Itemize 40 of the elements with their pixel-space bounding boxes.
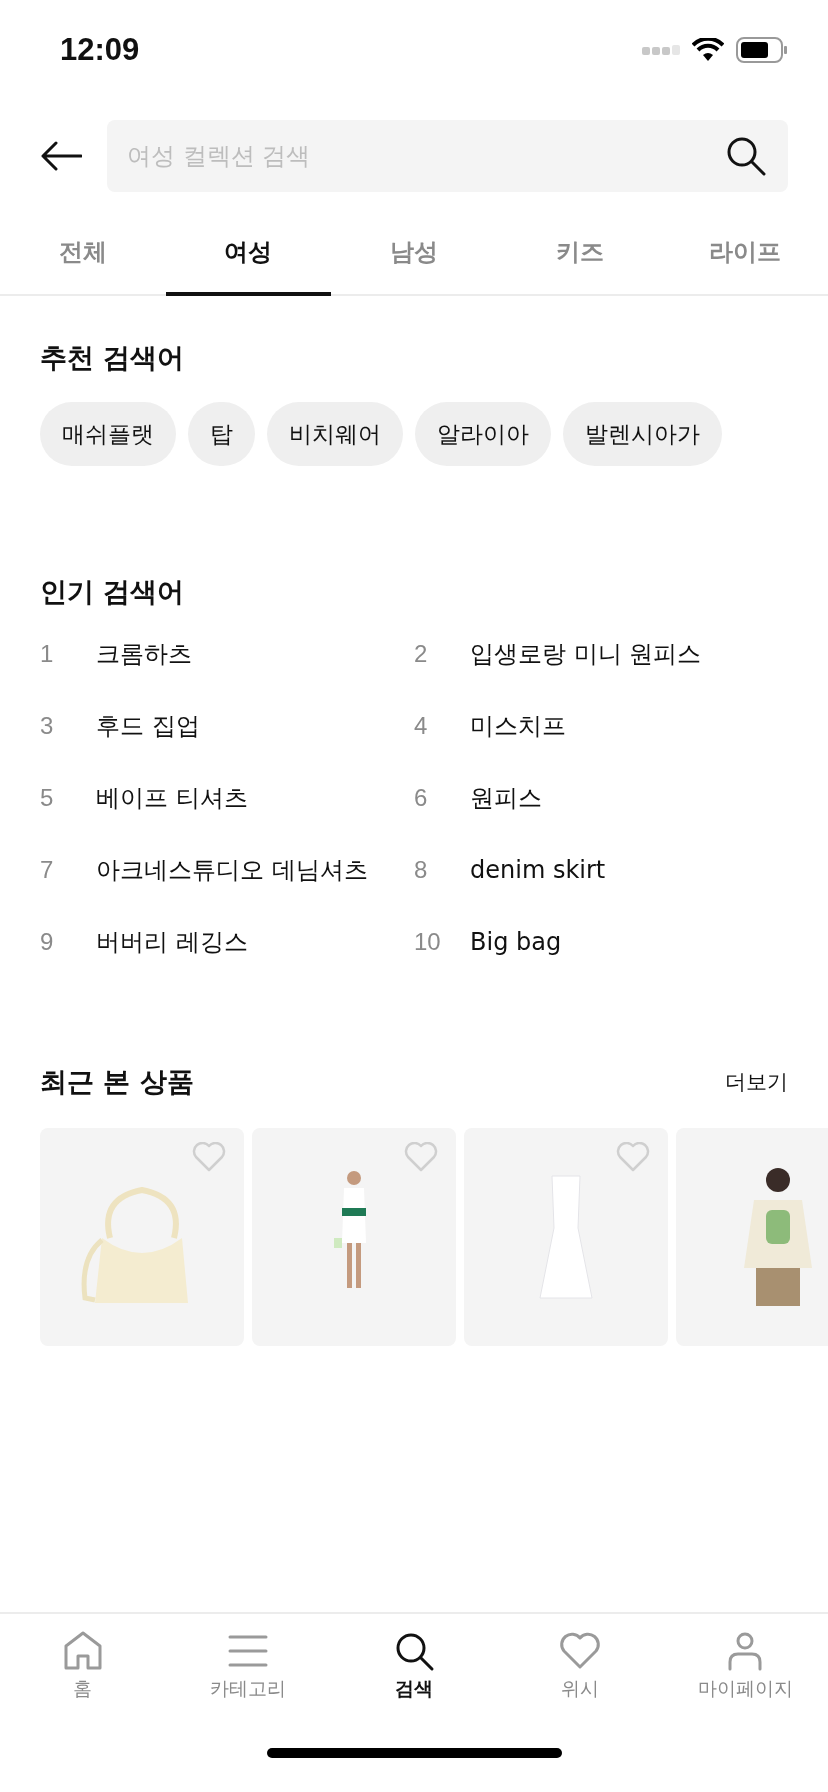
rank-number: 10 [414,928,442,956]
keyword-chip[interactable]: 비치웨어 [267,402,403,466]
popular-search-term[interactable]: 입생로랑 미니 원피스 [470,638,702,670]
heart-icon[interactable] [192,1142,226,1172]
keyword-chip[interactable]: 알라이아 [415,402,551,466]
popular-search-term[interactable]: 후드 집업 [96,710,200,742]
more-link[interactable]: 더보기 [725,1068,788,1096]
heart-icon[interactable] [616,1142,650,1172]
back-arrow-icon[interactable] [40,141,82,171]
section-title: 인기 검색어 [40,575,186,609]
heart-icon[interactable] [404,1142,438,1172]
status-time: 12:09 [60,32,140,68]
keyword-chip[interactable]: 매쉬플랫 [40,402,176,466]
popular-search-term[interactable]: 버버리 레깅스 [96,926,248,958]
rank-number: 2 [414,640,429,668]
search-icon[interactable] [726,136,766,176]
rank-number: 8 [414,856,429,884]
popular-search-term[interactable]: Big bag [470,928,562,956]
section-title: 최근 본 상품 [40,1065,194,1099]
signal-icon [642,44,680,56]
keyword-chip[interactable]: 발렌시아가 [563,402,722,466]
keyword-chip[interactable]: 탑 [188,402,255,466]
section-title: 추천 검색어 [40,341,186,375]
battery-icon [736,37,788,63]
popular-search-term[interactable]: denim skirt [470,856,606,884]
wifi-icon [692,38,724,62]
rank-number: 4 [414,712,429,740]
rank-number: 5 [40,784,55,812]
popular-search-term[interactable]: 베이프 티셔츠 [96,782,248,814]
popular-search-term[interactable]: 크롬하츠 [96,638,192,670]
rank-number: 9 [40,928,55,956]
rank-number: 6 [414,784,429,812]
category-tab[interactable]: 여성 [165,214,332,296]
rank-number: 7 [40,856,55,884]
popular-search-term[interactable]: 미스치프 [470,710,566,742]
popular-search-term[interactable]: 아크네스튜디오 데님셔츠 [96,854,368,886]
popular-search-term[interactable]: 원피스 [470,782,542,814]
rank-number: 1 [40,640,55,668]
nav-tab[interactable]: 검색 [331,1630,497,1702]
rank-number: 3 [40,712,55,740]
